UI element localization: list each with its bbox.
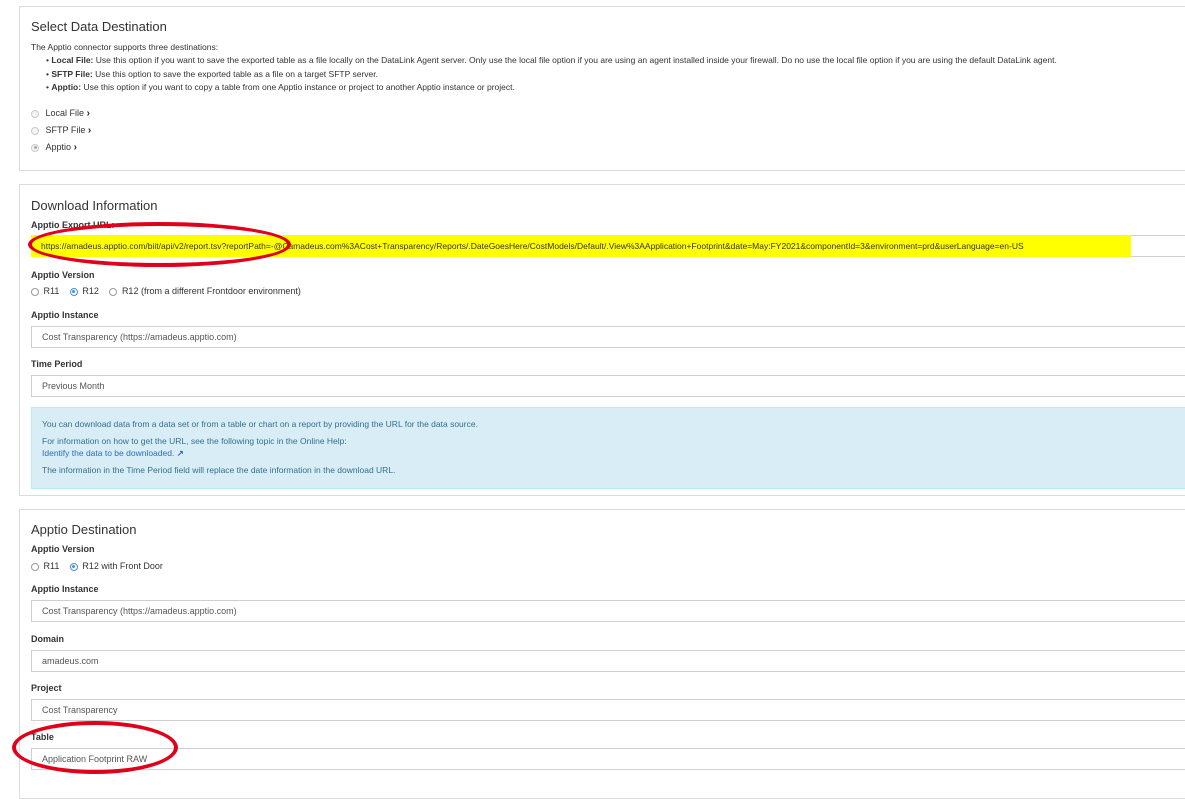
option-label: Apptio xyxy=(45,142,72,152)
bullet-sftp-file: • SFTP File: Use this option to save the… xyxy=(46,69,378,79)
domain-label: Domain xyxy=(31,634,65,644)
info-alert: You can download data from a data set or… xyxy=(31,407,1185,489)
select-destination-panel: Select Data Destination The Apptio conne… xyxy=(19,6,1185,171)
radio-r12[interactable] xyxy=(69,287,78,296)
option-label: Local File xyxy=(45,108,85,118)
radio-r12-front-door[interactable] xyxy=(69,562,78,571)
time-period-select[interactable]: Previous Month xyxy=(31,375,1185,397)
radio-r11[interactable] xyxy=(31,562,39,571)
bullet-text: Use this option if you want to copy a ta… xyxy=(81,82,515,92)
panel-title: Select Data Destination xyxy=(31,19,167,34)
bullet-local-file: • Local File: Use this option if you wan… xyxy=(46,55,1057,65)
apptio-instance-select[interactable]: Cost Transparency (https://amadeus.appti… xyxy=(31,600,1185,622)
panel-title: Apptio Destination xyxy=(31,522,137,537)
radio-local-file[interactable] xyxy=(31,109,39,118)
chevron-right-icon: › xyxy=(73,142,77,153)
apptio-version-label: Apptio Version xyxy=(31,270,95,280)
table-select[interactable]: Application Footprint RAW xyxy=(31,748,1185,770)
help-link-text[interactable]: Identify the data to be downloaded. xyxy=(42,448,174,458)
radio-r11[interactable] xyxy=(31,287,39,296)
bullet-text: Use this option to save the exported tab… xyxy=(92,69,378,79)
bullet-term: Apptio: xyxy=(51,82,82,92)
option-sftp-file[interactable]: SFTP File › xyxy=(31,125,91,136)
apptio-version-label: Apptio Version xyxy=(31,544,95,554)
annotation-oval-url xyxy=(28,222,291,267)
project-select[interactable]: Cost Transparency xyxy=(31,699,1185,721)
chevron-right-icon: › xyxy=(86,108,90,119)
radio-label: R11 xyxy=(43,286,60,296)
apptio-destination-panel: Apptio Destination Apptio Version R11 R1… xyxy=(19,509,1185,799)
bullet-term: SFTP File: xyxy=(51,69,93,79)
apptio-instance-label: Apptio Instance xyxy=(31,584,99,594)
bullet-apptio: • Apptio: Use this option if you want to… xyxy=(46,82,515,92)
info-line: For information on how to get the URL, s… xyxy=(42,436,347,446)
chevron-right-icon: › xyxy=(87,125,92,136)
version-options: R11 R12 with Front Door xyxy=(31,561,163,571)
domain-select[interactable]: amadeus.com xyxy=(31,650,1185,672)
version-options: R11 R12 R12 (from a different Frontdoor … xyxy=(31,286,301,296)
project-label: Project xyxy=(31,683,62,693)
apptio-instance-label: Apptio Instance xyxy=(31,310,99,320)
radio-label: R11 xyxy=(43,561,60,571)
apptio-instance-select[interactable]: Cost Transparency (https://amadeus.appti… xyxy=(31,326,1185,348)
external-link-icon[interactable]: ↗ xyxy=(177,448,184,458)
panel-title: Download Information xyxy=(31,198,158,213)
radio-sftp-file[interactable] xyxy=(31,126,39,135)
option-apptio[interactable]: Apptio › xyxy=(31,142,77,153)
radio-label: R12 with Front Door xyxy=(82,561,163,571)
bullet-text: Use this option if you want to save the … xyxy=(93,55,1057,65)
radio-label: R12 xyxy=(82,286,99,296)
destination-intro: The Apptio connector supports three dest… xyxy=(31,42,219,52)
bullet-term: Local File: xyxy=(51,55,94,65)
radio-r12-frontdoor[interactable] xyxy=(109,287,118,296)
radio-apptio[interactable] xyxy=(31,143,39,152)
radio-label: R12 (from a different Frontdoor environm… xyxy=(121,286,301,296)
option-label: SFTP File xyxy=(45,125,86,135)
info-line: You can download data from a data set or… xyxy=(42,419,478,429)
annotation-oval-table xyxy=(12,721,178,774)
info-line: The information in the Time Period field… xyxy=(42,465,396,475)
help-link[interactable]: Identify the data to be downloaded. ↗ xyxy=(42,448,184,459)
option-local-file[interactable]: Local File › xyxy=(31,108,90,119)
time-period-label: Time Period xyxy=(31,359,83,369)
